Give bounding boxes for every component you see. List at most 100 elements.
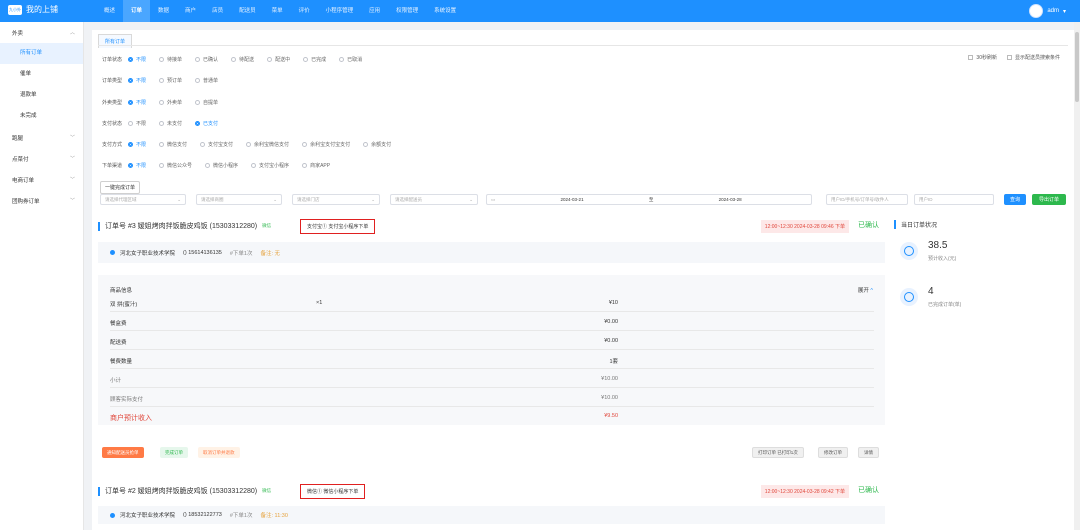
sidebar-group-errand[interactable]: 跑腿 ﹀ <box>0 127 83 148</box>
row-value: ¥10.00 <box>601 395 618 401</box>
sidebar-group-takeout[interactable]: 外卖 ︿ <box>0 22 83 43</box>
nav-miniprogram[interactable]: 小程序管理 <box>318 0 362 22</box>
summary-header: 当日订单状况 <box>894 220 1068 229</box>
radio-option[interactable]: 余额支付 <box>363 141 391 148</box>
option-label: 余额支付 <box>371 141 392 148</box>
nav-overview[interactable]: 概述 <box>96 0 123 22</box>
radio-option[interactable]: 余利宝微信支付 <box>246 141 289 148</box>
radio-option[interactable]: 不限 <box>128 120 146 127</box>
notify-courier-button[interactable]: 通知配送员抢单 <box>102 447 144 458</box>
option-label: 支付宝小程序 <box>259 162 290 169</box>
nav-settings[interactable]: 系统设置 <box>426 0 464 22</box>
radio-option[interactable]: 支付宝小程序 <box>251 162 289 169</box>
radio-option[interactable]: 已确认 <box>195 56 218 63</box>
right-checkboxes: 30秒刷新 显示配送员搜索条件 <box>968 54 1060 61</box>
order-time-tag: 12:00~12:30 2024-03-28 09:46 下单 <box>760 220 849 233</box>
sidebar-item-unfinished[interactable]: 未完成 <box>0 106 83 127</box>
select-placeholder: 请选择商圈 <box>201 196 224 202</box>
app-logo[interactable]: 九小外 我的上铺 <box>8 4 58 15</box>
nav-reviews[interactable]: 评价 <box>291 0 318 22</box>
radio-option[interactable]: 不限 <box>128 77 146 84</box>
sidebar-group-label: 电商订单 <box>12 177 35 184</box>
scrollbar[interactable] <box>1074 22 1080 530</box>
radio-option[interactable]: 未支付 <box>159 120 182 127</box>
export-button[interactable]: 导出订单 <box>1032 194 1066 205</box>
sidebar-group-groupbuy[interactable]: 团购券订单 ﹀ <box>0 190 83 211</box>
checkbox-show-courier-filter[interactable]: 显示配送员搜索条件 <box>1006 54 1060 61</box>
nav-permissions[interactable]: 权限管理 <box>388 0 426 22</box>
store-select[interactable]: 请选择门店 ⌄ <box>292 194 380 205</box>
radio-option[interactable]: 待配送 <box>231 56 254 63</box>
app-title: 我的上铺 <box>26 5 58 14</box>
radio-option[interactable]: 已支付 <box>195 120 218 127</box>
nav-data[interactable]: 数据 <box>150 0 177 22</box>
school-name: 河北女子职业技术学院 <box>120 513 176 519</box>
nav-orders[interactable]: 订单 <box>123 0 151 22</box>
sidebar-group-ecommerce[interactable]: 电商订单 ﹀ <box>0 169 83 190</box>
done-label: 已完成订单(单) <box>928 302 962 308</box>
sidebar-item-refunds[interactable]: 退款单 <box>0 85 83 106</box>
row-name: 顾客实际支付 <box>110 397 144 403</box>
radio-option[interactable]: 微信支付 <box>159 141 187 148</box>
radio-option[interactable]: 待接单 <box>159 56 182 63</box>
row-name: 商户预计收入 <box>110 415 152 422</box>
chevron-down-icon: ﹀ <box>69 135 75 141</box>
location-icon <box>110 512 115 518</box>
order-remark: 备注: 11:30 <box>260 513 288 519</box>
radio-option[interactable]: 余利宝支付宝支付 <box>302 141 350 148</box>
edit-order-button[interactable]: 修改订单 <box>818 447 848 458</box>
goods-row: 餐盒费 ¥0.00 <box>110 312 874 331</box>
radio-option[interactable]: 微信小程序 <box>205 162 238 169</box>
goods-row: 顾客实际支付 ¥10.00 <box>110 388 874 407</box>
option-label: 已支付 <box>203 120 219 127</box>
radio-option[interactable]: 不限 <box>128 99 146 106</box>
complete-order-button[interactable]: 完成订单 <box>160 447 188 458</box>
filter-order-status: 订单状态 不限 待接单 已确认 待配送 配送中 已完成 已取消 <box>102 54 375 64</box>
logo-badge: 九小外 <box>8 4 22 15</box>
nav-staff[interactable]: 店员 <box>204 0 231 22</box>
radio-option[interactable]: 外卖单 <box>159 99 182 106</box>
option-label: 微信支付 <box>167 141 188 148</box>
order-search-input[interactable]: 用户ID/手机号/订单号/收件人 <box>826 194 908 205</box>
user-menu[interactable]: adm ▾ <box>1029 4 1066 18</box>
radio-option[interactable]: 不限 <box>128 162 146 169</box>
filter-takeout-type: 外卖类型 不限 外卖单 自提单 <box>102 97 231 107</box>
courier-select[interactable]: 请选择配送员 ⌄ <box>390 194 478 205</box>
check-circle-icon <box>900 288 918 306</box>
option-label: 商家APP <box>310 162 331 169</box>
checkbox-auto-refresh[interactable]: 30秒刷新 <box>968 54 997 61</box>
radio-option[interactable]: 商家APP <box>302 162 330 169</box>
radio-option[interactable]: 不限 <box>128 141 146 148</box>
radio-option[interactable]: 不限 <box>128 56 146 63</box>
goods-row: 小计 ¥10.00 <box>110 369 874 388</box>
scrollbar-thumb[interactable] <box>1075 32 1079 102</box>
option-label: 支付宝支付 <box>208 141 234 148</box>
nav-merchants[interactable]: 商户 <box>177 0 204 22</box>
query-button[interactable]: 查询 <box>1004 194 1026 205</box>
detail-button[interactable]: 详情 <box>858 447 879 458</box>
radio-option[interactable]: 已完成 <box>303 56 326 63</box>
radio-option[interactable]: 微信公众号 <box>159 162 192 169</box>
sidebar-group-dine-in[interactable]: 点菜付 ﹀ <box>0 148 83 169</box>
date-range-picker[interactable]: ▭ 2024-03-21 至 2024-03-28 <box>486 194 812 205</box>
cancel-refund-button[interactable]: 取消订单并退款 <box>198 447 240 458</box>
nav-apps[interactable]: 应用 <box>361 0 388 22</box>
business-area-select[interactable]: 请选择商圈 ⌄ <box>196 194 282 205</box>
radio-option[interactable]: 预订单 <box>159 77 182 84</box>
radio-option[interactable]: 已取消 <box>339 56 362 63</box>
radio-option[interactable]: 支付宝支付 <box>200 141 233 148</box>
print-order-button[interactable]: 打印订单 已打印1次 <box>752 447 804 458</box>
user-id-input[interactable]: 用户ID <box>914 194 994 205</box>
nav-menu[interactable]: 菜单 <box>264 0 291 22</box>
option-label: 微信小程序 <box>213 162 239 169</box>
radio-option[interactable]: 普通单 <box>195 77 218 84</box>
sidebar-item-all-orders[interactable]: 所有订单 <box>0 43 83 64</box>
sidebar-item-reminders[interactable]: 催单 <box>0 64 83 85</box>
nav-couriers[interactable]: 配送员 <box>231 0 264 22</box>
radio-option[interactable]: 自提单 <box>195 99 218 106</box>
one-key-complete-button[interactable]: 一键完成订单 <box>100 181 141 194</box>
radio-option[interactable]: 配送中 <box>267 56 290 63</box>
date-separator: 至 <box>648 196 654 202</box>
calendar-icon: ▭ <box>491 196 496 202</box>
agent-region-select[interactable]: 请选择代理区域 ⌄ <box>100 194 186 205</box>
